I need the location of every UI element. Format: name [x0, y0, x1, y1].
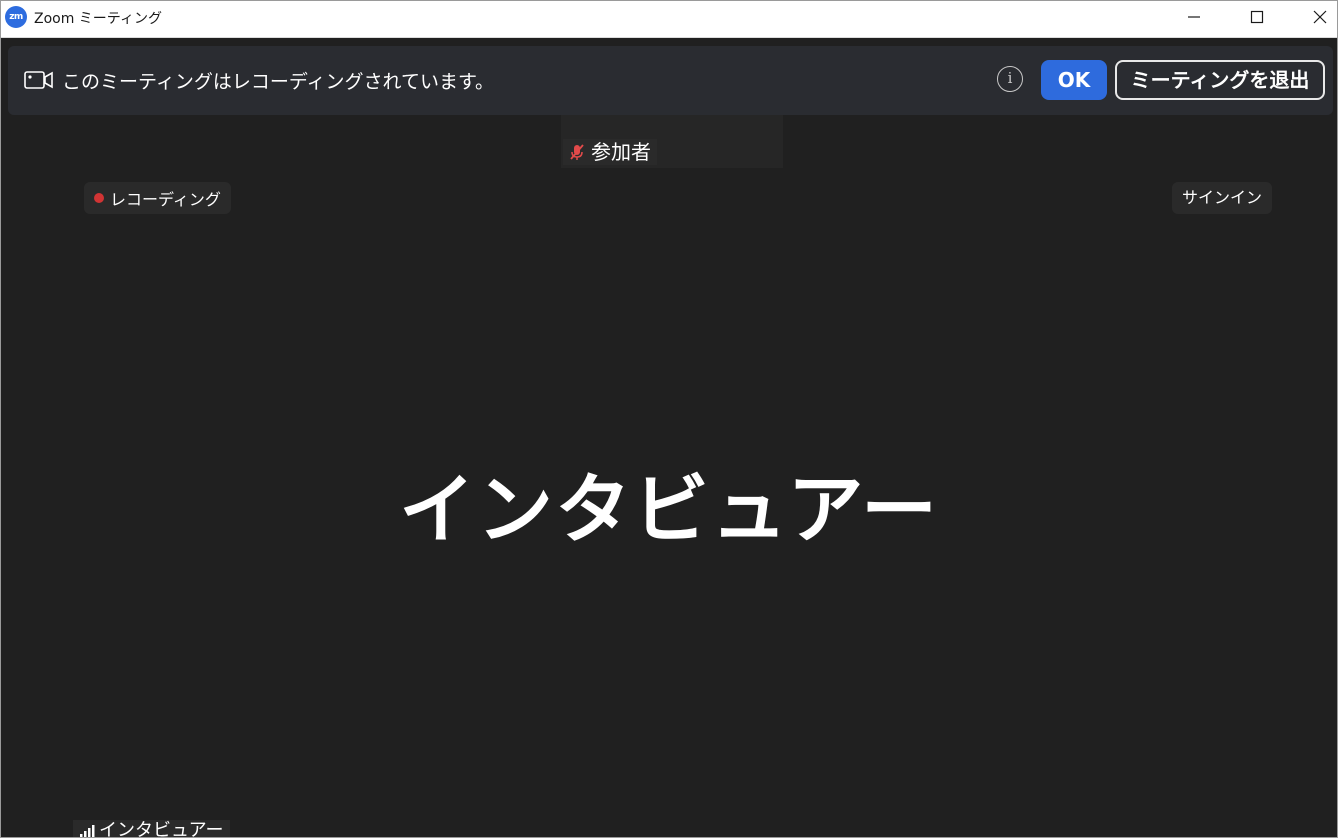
signal-bars-icon [80, 825, 95, 837]
ok-button[interactable]: OK [1041, 60, 1107, 100]
info-icon[interactable]: i [997, 66, 1023, 92]
zoom-logo-icon: zm [5, 6, 27, 28]
participant-name: 参加者 [591, 140, 651, 164]
camera-record-icon [24, 71, 53, 89]
recording-dot-icon [94, 193, 104, 203]
recording-notification-bar: このミーティングはレコーディングされています。 i OK ミーティングを退出 [8, 46, 1333, 115]
recording-badge-label: レコーディング [110, 190, 221, 209]
recording-badge[interactable]: レコーディング [84, 182, 231, 214]
maximize-button[interactable] [1234, 1, 1280, 33]
participant-thumbnail-label: 参加者 [563, 139, 657, 165]
video-tile-name-label: インタビュアー [73, 820, 230, 838]
signin-button[interactable]: サインイン [1172, 182, 1273, 214]
muted-mic-icon [570, 144, 584, 160]
zoom-window: zm Zoom ミーティング 参加者 このミーティングはレコーディングされていま… [0, 0, 1338, 838]
active-speaker-name: インタビュアー [399, 465, 939, 554]
recording-notification-text: このミーティングはレコーディングされています。 [62, 71, 495, 93]
maximize-icon [1250, 10, 1264, 24]
minimize-icon [1188, 16, 1200, 18]
close-icon [1313, 10, 1327, 24]
minimize-button[interactable] [1171, 1, 1217, 33]
self-name: インタビュアー [99, 820, 224, 838]
title-bar: zm Zoom ミーティング [1, 1, 1337, 38]
window-title: Zoom ミーティング [34, 11, 162, 27]
meeting-view: 参加者 このミーティングはレコーディングされています。 i OK ミーティングを… [1, 38, 1337, 837]
close-button[interactable] [1297, 1, 1337, 33]
leave-meeting-button[interactable]: ミーティングを退出 [1115, 60, 1325, 100]
